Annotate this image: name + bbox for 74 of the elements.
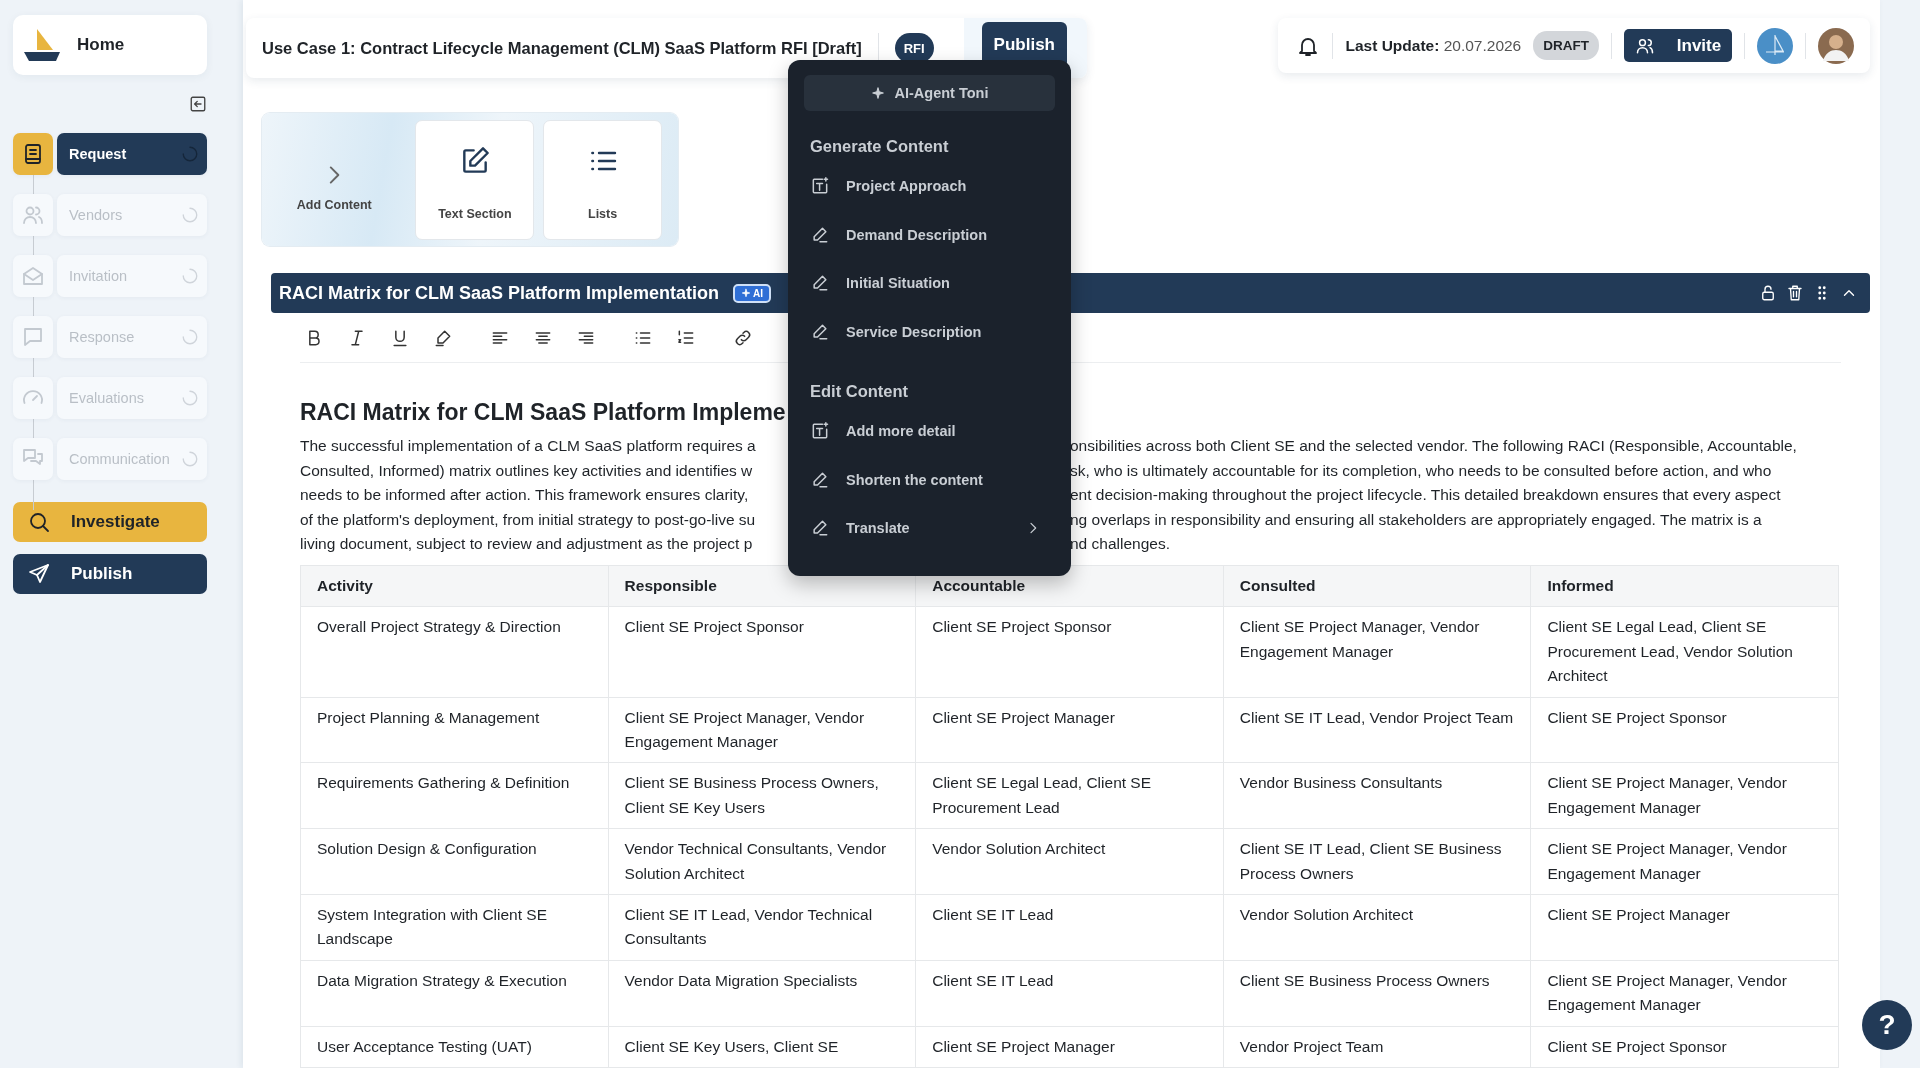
table-cell: Client SE IT Lead bbox=[915, 894, 1224, 961]
paragraph-text: onsibilities across both Client SE and the selected vendor. The following RACI (Responsible, Accountable, bbox=[1070, 436, 1797, 457]
menu-section-title: Generate Content bbox=[809, 137, 950, 156]
menu-section-title: Edit Content bbox=[809, 382, 910, 401]
paragraph-text: The successful implementation of a CLM SaaS platform requires a bbox=[300, 437, 756, 455]
table-cell: User Acceptance Testing (UAT) bbox=[300, 1026, 609, 1068]
paragraph-text: needs to be informed after action. This framework ensures clarity, bbox=[300, 486, 749, 504]
menu-item[interactable]: Project Approach bbox=[804, 162, 1055, 211]
table-cell: Solution Design & Configuration bbox=[300, 828, 609, 895]
add-content-label: Add Content bbox=[296, 197, 372, 212]
content-type-card[interactable]: Text Section bbox=[415, 119, 535, 240]
type-badge: RFI bbox=[894, 33, 934, 63]
table-cell: Client SE IT Lead, Vendor Project Team bbox=[1223, 697, 1531, 763]
home-link[interactable]: Home bbox=[13, 15, 207, 75]
ai-badge[interactable]: AI bbox=[733, 283, 772, 303]
paragraph-text: living document, subject to review and adjustment as the project p bbox=[300, 534, 753, 552]
content-type-card[interactable]: Lists bbox=[543, 119, 662, 240]
menu-item[interactable]: Initial Situation bbox=[804, 259, 1055, 308]
publish-button[interactable]: Publish bbox=[13, 554, 207, 594]
table-cell: Client SE IT Lead, Client SE Business Process Owners bbox=[1223, 828, 1531, 895]
ai-agent-button[interactable]: AI-Agent Toni bbox=[804, 75, 1055, 111]
menu-item[interactable]: Add more detail bbox=[804, 407, 1055, 456]
column-header: Consulted bbox=[1223, 565, 1531, 607]
table-cell: Client SE Project Sponsor bbox=[1530, 1026, 1839, 1068]
table-cell: Client SE Project Manager, Vendor Engagement Manager bbox=[1530, 960, 1839, 1027]
table-cell: System Integration with Client SE Landscape bbox=[300, 894, 609, 961]
sidebar-step[interactable]: Request bbox=[57, 133, 207, 175]
table-cell: Client SE Key Users, Client SE bbox=[608, 1026, 916, 1068]
status-badge: DRAFT bbox=[1533, 31, 1599, 60]
table-cell: Client SE Project Sponsor bbox=[1530, 697, 1839, 763]
table-cell: Client SE IT Lead bbox=[915, 960, 1224, 1027]
table-cell: Client SE Project Manager bbox=[915, 697, 1224, 763]
table-cell: Client SE Project Manager, Vendor Engagement Manager bbox=[1530, 762, 1839, 829]
paragraph-text: sk, who is ultimately accountable for its completion, who needs to be consulted before action, and who bbox=[1070, 460, 1772, 481]
paragraph-text: ent decision-making throughout the project lifecycle. This detailed breakdown ensures that every aspect bbox=[1070, 485, 1781, 506]
section-title: RACI Matrix for CLM SaaS Platform Implementation bbox=[279, 282, 720, 304]
table-cell: Client SE Project Manager bbox=[1530, 894, 1839, 961]
table-cell: Client SE Business Process Owners bbox=[1223, 960, 1531, 1027]
table-cell: Client SE Project Manager, Vendor Engagement Manager bbox=[1223, 606, 1531, 698]
section-heading: RACI Matrix for CLM SaaS Platform Impleme bbox=[300, 399, 786, 427]
table-cell: Client SE Legal Lead, Client SE Procurement Lead bbox=[915, 762, 1224, 829]
menu-item[interactable]: Shorten the content bbox=[804, 455, 1055, 504]
last-update-text: Last Update: 20.07.2026 bbox=[1345, 36, 1522, 55]
menu-item[interactable]: Translate bbox=[804, 504, 1055, 553]
menu-item[interactable]: Service Description bbox=[804, 307, 1055, 356]
invite-button[interactable]: Invite bbox=[1624, 29, 1732, 62]
table-cell: Data Migration Strategy & Execution bbox=[300, 960, 609, 1027]
table-cell: Requirements Gathering & Definition bbox=[300, 762, 609, 829]
table-cell: Overall Project Strategy & Direction bbox=[300, 606, 609, 698]
table-cell: Client SE Project Manager, Vendor Engagement Manager bbox=[608, 697, 916, 763]
paragraph-text: of the platform's deployment, from initial strategy to post-go-live su bbox=[300, 510, 756, 528]
table-cell: Vendor Data Migration Specialists bbox=[608, 960, 916, 1027]
table-cell: Vendor Project Team bbox=[1223, 1026, 1531, 1068]
table-cell: Vendor Solution Architect bbox=[1223, 894, 1531, 961]
table-cell: Client SE Project Manager bbox=[915, 1026, 1224, 1068]
paragraph-text: ng overlaps in responsibility and ensuring all stakeholders are appropriately engaged. The matrix is a bbox=[1070, 509, 1762, 530]
paragraph-text: Consulted, Informed) matrix outlines key activities and identifies w bbox=[300, 461, 753, 479]
column-header: Informed bbox=[1530, 565, 1839, 607]
table-cell: Vendor Business Consultants bbox=[1223, 762, 1531, 829]
column-header: Activity bbox=[300, 565, 609, 607]
help-button[interactable]: ? bbox=[1862, 1000, 1912, 1050]
table-cell: Client SE IT Lead, Vendor Technical Consultants bbox=[608, 894, 916, 961]
table-cell: Vendor Solution Architect bbox=[915, 828, 1224, 895]
paragraph-text: nd challenges. bbox=[1070, 533, 1170, 554]
table-cell: Client SE Project Sponsor bbox=[608, 606, 916, 698]
table-cell: Client SE Legal Lead, Client SE Procurement Lead, Vendor Solution Architect bbox=[1530, 606, 1839, 698]
table-cell: Client SE Project Sponsor bbox=[915, 606, 1224, 698]
investigate-button[interactable]: Investigate bbox=[13, 502, 207, 542]
document-title: Use Case 1: Contract Lifecycle Management (CLM) SaaS Platform RFI [Draft] bbox=[262, 38, 862, 58]
menu-item[interactable]: Demand Description bbox=[804, 210, 1055, 259]
table-cell: Client SE Project Manager, Vendor Engagement Manager bbox=[1530, 828, 1839, 895]
table-cell: Client SE Business Process Owners, Client SE Key Users bbox=[608, 762, 916, 829]
table-cell: Project Planning & Management bbox=[300, 697, 609, 763]
table-cell: Vendor Technical Consultants, Vendor Solution Architect bbox=[608, 828, 916, 895]
